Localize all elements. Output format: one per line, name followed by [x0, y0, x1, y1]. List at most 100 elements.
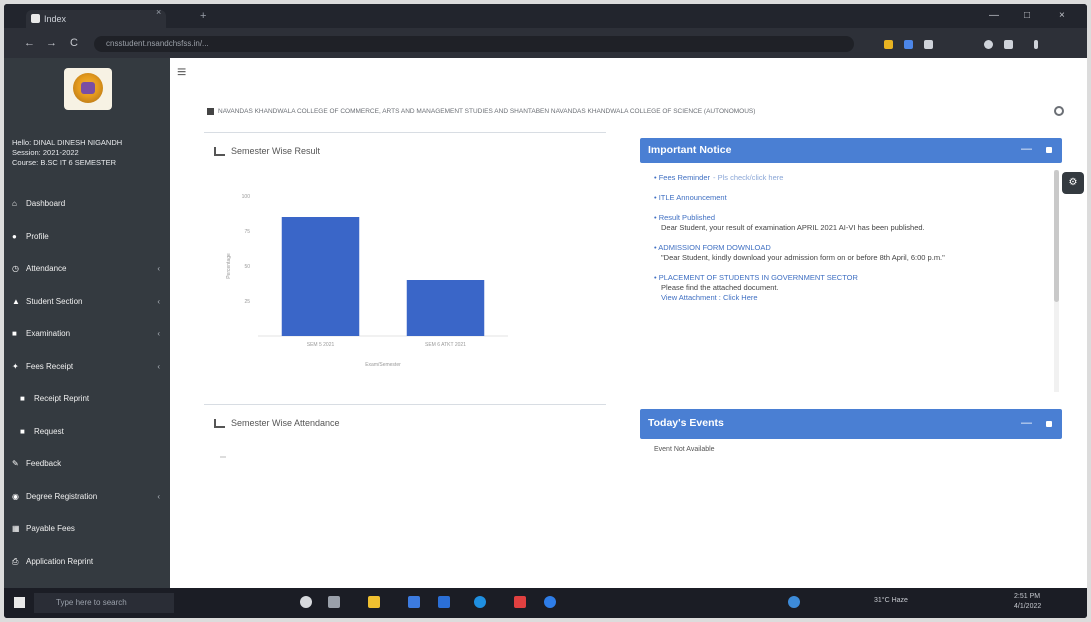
sidebar-item-label: Receipt Reprint	[34, 394, 90, 403]
degree-icon: ◉	[12, 491, 19, 501]
events-header: Today's Events —	[640, 409, 1062, 439]
receipt-icon: ■	[20, 394, 25, 403]
os-taskbar: Type here to search 31°C Haze 2:51 PM 4/…	[4, 588, 1087, 618]
clock-date[interactable]: 4/1/2022	[1014, 603, 1041, 610]
chart-icon	[214, 147, 225, 157]
app-icon[interactable]	[788, 596, 800, 608]
browser-app-icon[interactable]	[544, 596, 556, 608]
chevron-left-icon: ‹	[157, 361, 160, 371]
extension-icon[interactable]	[924, 40, 933, 49]
sidebar-item-application-reprint[interactable]: ⎙ Application Reprint	[4, 546, 170, 579]
sidebar-item-attendance[interactable]: ◷ Attendance ‹	[4, 253, 170, 286]
notice-item-title[interactable]: ADMISSION FORM DOWNLOAD	[654, 243, 771, 252]
notice-list: Fees Reminder- Pls check/click here ITLE …	[640, 163, 1060, 397]
notice-item-title[interactable]: Fees Reminder	[654, 173, 710, 182]
chevron-left-icon: ‹	[157, 296, 160, 306]
events-title: Today's Events	[648, 417, 724, 429]
notice-item-link[interactable]: - Pls check/click here	[713, 173, 783, 182]
browser-tab-bar: Index × + — □ ×	[4, 4, 1087, 28]
windows-start-icon[interactable]	[14, 597, 25, 608]
chart-icon	[214, 419, 225, 429]
sidebar-item-student-section[interactable]: ▲ Student Section ‹	[4, 286, 170, 319]
browser-menu-icon[interactable]	[1034, 40, 1038, 49]
profile-avatar-icon[interactable]	[984, 40, 993, 49]
extension-icon[interactable]	[904, 40, 913, 49]
task-view-icon[interactable]	[328, 596, 340, 608]
sidebar-item-examination[interactable]: ■ Examination ‹	[4, 318, 170, 351]
x-tick-label: SEM 6 ATKT 2021	[425, 342, 466, 348]
sidebar-item-request[interactable]: ■ Request	[4, 416, 170, 449]
settings-gear-icon[interactable]: ⚙	[1062, 172, 1084, 194]
notice-scroll-thumb[interactable]	[1054, 170, 1059, 302]
notice-item-title[interactable]: PLACEMENT OF STUDENTS IN GOVERNMENT SECT…	[654, 273, 858, 282]
new-tab-button[interactable]: +	[200, 10, 206, 22]
hamburger-menu-icon[interactable]: ≡	[177, 64, 186, 82]
forward-button[interactable]: →	[46, 37, 57, 49]
y-tick-label: 100	[242, 194, 251, 200]
x-axis-label: Exam/Semester	[365, 362, 401, 368]
request-icon: ■	[20, 426, 25, 436]
examination-icon: ■	[12, 329, 17, 338]
notice-item: ITLE Announcement	[654, 193, 1060, 203]
web-page: Hello: DINAL DINESH NIGANDH Session: 202…	[4, 58, 1087, 588]
notice-header: Important Notice —	[640, 138, 1062, 163]
notice-item: ADMISSION FORM DOWNLOAD"Dear Student, ki…	[654, 243, 1060, 263]
notice-item-description: Dear Student, your result of examination…	[661, 223, 925, 232]
user-course: Course: B.SC IT 6 SEMESTER	[12, 158, 117, 167]
home-icon: ⌂	[12, 199, 17, 208]
events-empty-text: Event Not Available	[654, 446, 715, 453]
y-tick-label: 25	[244, 299, 250, 305]
cortana-icon[interactable]	[300, 596, 312, 608]
profile-icon: ●	[12, 231, 17, 241]
notice-title: Important Notice	[648, 144, 732, 156]
taskbar-search[interactable]: Type here to search	[34, 593, 174, 613]
sidebar-item-degree-registration[interactable]: ◉ Degree Registration ‹	[4, 481, 170, 514]
back-button[interactable]: ←	[24, 37, 35, 49]
address-bar[interactable]: cnsstudent.nsandchsfss.in/...	[94, 36, 854, 52]
extensions-puzzle-icon[interactable]	[1004, 40, 1013, 49]
notice-item-title[interactable]: Result Published	[654, 213, 715, 222]
notice-item-description: Please find the attached document.	[661, 283, 779, 292]
sidebar-item-payable-fees[interactable]: ▦ Payable Fees	[4, 513, 170, 546]
notice-item-title[interactable]: ITLE Announcement	[654, 193, 727, 202]
edge-icon[interactable]	[474, 596, 486, 608]
feedback-icon: ✎	[12, 459, 19, 468]
x-tick-label: SEM 5 2021	[307, 342, 335, 348]
close-box-icon[interactable]	[1046, 421, 1052, 427]
minimize-button[interactable]: —	[989, 10, 999, 21]
weather-text[interactable]: 31°C Haze	[874, 597, 908, 604]
file-explorer-icon[interactable]	[368, 596, 380, 608]
sidebar-item-label: Profile	[26, 231, 49, 241]
browser-tab[interactable]: Index	[26, 10, 166, 28]
sidebar-item-label: Fees Receipt	[26, 361, 74, 371]
attendance-chart-placeholder	[220, 456, 226, 458]
attachment-link[interactable]: View Attachment : Click Here	[654, 293, 1060, 303]
notice-item: Fees Reminder- Pls check/click here	[654, 173, 1060, 183]
chrome-icon[interactable]	[408, 596, 420, 608]
maximize-button[interactable]: □	[1024, 10, 1030, 21]
close-window-button[interactable]: ×	[1059, 10, 1065, 21]
tab-close-icon[interactable]: ×	[156, 7, 161, 17]
reload-button[interactable]: C	[70, 37, 78, 49]
favicon-icon	[31, 14, 40, 23]
sidebar-item-receipt-reprint[interactable]: ■ Receipt Reprint	[4, 383, 170, 416]
collapse-button[interactable]: —	[1021, 143, 1032, 155]
sidebar-item-label: Student Section	[26, 296, 83, 306]
clock-time[interactable]: 2:51 PM	[1014, 593, 1040, 600]
sidebar-item-fees-receipt[interactable]: ✦ Fees Receipt ‹	[4, 351, 170, 384]
close-box-icon[interactable]	[1046, 147, 1052, 153]
chevron-left-icon: ‹	[157, 329, 160, 338]
mail-icon[interactable]	[438, 596, 450, 608]
sidebar-item-dashboard[interactable]: ⌂ Dashboard	[4, 188, 170, 221]
collapse-button[interactable]: —	[1021, 417, 1032, 429]
app-icon[interactable]	[514, 596, 526, 608]
extension-icon[interactable]	[884, 40, 893, 49]
sidebar-item-profile[interactable]: ● Profile	[4, 221, 170, 254]
sidebar-item-feedback[interactable]: ✎ Feedback	[4, 448, 170, 481]
notice-item: PLACEMENT OF STUDENTS IN GOVERNMENT SECT…	[654, 273, 1060, 303]
user-name: Hello: DINAL DINESH NIGANDH	[12, 138, 123, 147]
semester-attendance-card: Semester Wise Attendance	[204, 404, 606, 584]
attendance-icon: ◷	[12, 264, 19, 273]
sidebar-item-label: Examination	[26, 329, 71, 338]
power-icon[interactable]	[1054, 106, 1064, 116]
